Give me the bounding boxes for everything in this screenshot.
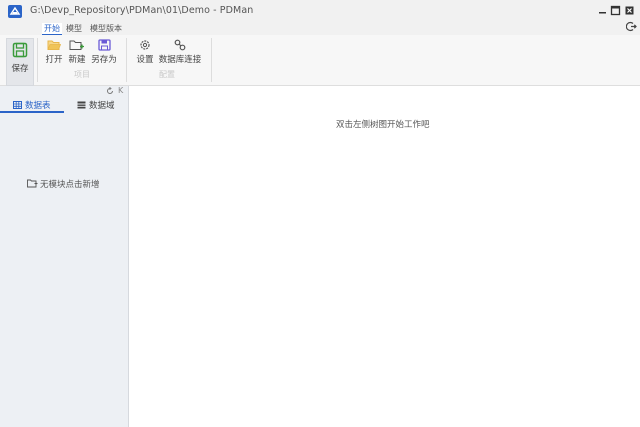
ribbon-divider	[37, 38, 38, 82]
list-icon	[77, 101, 86, 109]
workspace-hint: 双击左侧树图开始工作吧	[336, 120, 430, 130]
folder-add-icon	[27, 179, 38, 188]
collapse-sidebar-button[interactable]: K	[118, 86, 123, 95]
open-button[interactable]: 打开	[44, 39, 64, 65]
group-label-project: 项目	[74, 70, 90, 79]
tab-model-version[interactable]: 模型版本	[88, 23, 124, 34]
save-label: 保存	[11, 64, 29, 74]
tab-start[interactable]: 开始	[42, 23, 62, 35]
table-icon	[13, 101, 22, 109]
tab-domains[interactable]: 数据域	[77, 99, 127, 112]
new-button[interactable]: 新建	[67, 39, 87, 65]
window-title: G:\Devp_Repository\PDMan\01\Demo - PDMan	[30, 5, 254, 16]
menu-tab-bar: 开始 模型 模型版本	[0, 21, 640, 35]
group-label-config: 配置	[159, 70, 175, 79]
new-label: 新建	[68, 55, 86, 65]
folder-new-icon	[69, 40, 84, 50]
db-connect-label: 数据库连接	[158, 55, 202, 65]
save-button[interactable]: 保存	[6, 38, 34, 86]
active-tab-indicator	[0, 111, 64, 113]
gear-icon	[140, 40, 150, 50]
folder-open-icon	[47, 40, 61, 50]
minimize-icon[interactable]	[597, 5, 608, 16]
sidebar	[0, 86, 129, 427]
empty-module-text: 无模块点击新增	[40, 180, 100, 190]
ribbon-divider	[211, 38, 212, 82]
ribbon-divider	[126, 38, 127, 82]
open-label: 打开	[45, 55, 63, 65]
save-icon	[12, 42, 28, 58]
maximize-icon[interactable]	[610, 5, 621, 16]
save-as-button[interactable]: 另存为	[91, 39, 117, 65]
db-connect-button[interactable]: 数据库连接	[158, 39, 202, 65]
title-bar: G:\Devp_Repository\PDMan\01\Demo - PDMan	[0, 0, 640, 22]
settings-label: 设置	[136, 55, 154, 65]
link-icon	[174, 39, 186, 51]
close-icon[interactable]	[624, 5, 635, 16]
save-as-icon	[97, 39, 111, 51]
logout-icon[interactable]	[626, 21, 637, 32]
settings-button[interactable]: 设置	[135, 39, 155, 65]
tab-domains-label: 数据域	[89, 101, 115, 111]
save-as-label: 另存为	[91, 55, 117, 65]
tab-tables-label: 数据表	[25, 101, 51, 111]
refresh-icon[interactable]	[106, 87, 114, 95]
tab-model[interactable]: 模型	[64, 23, 84, 34]
pdman-logo-icon	[8, 5, 22, 18]
